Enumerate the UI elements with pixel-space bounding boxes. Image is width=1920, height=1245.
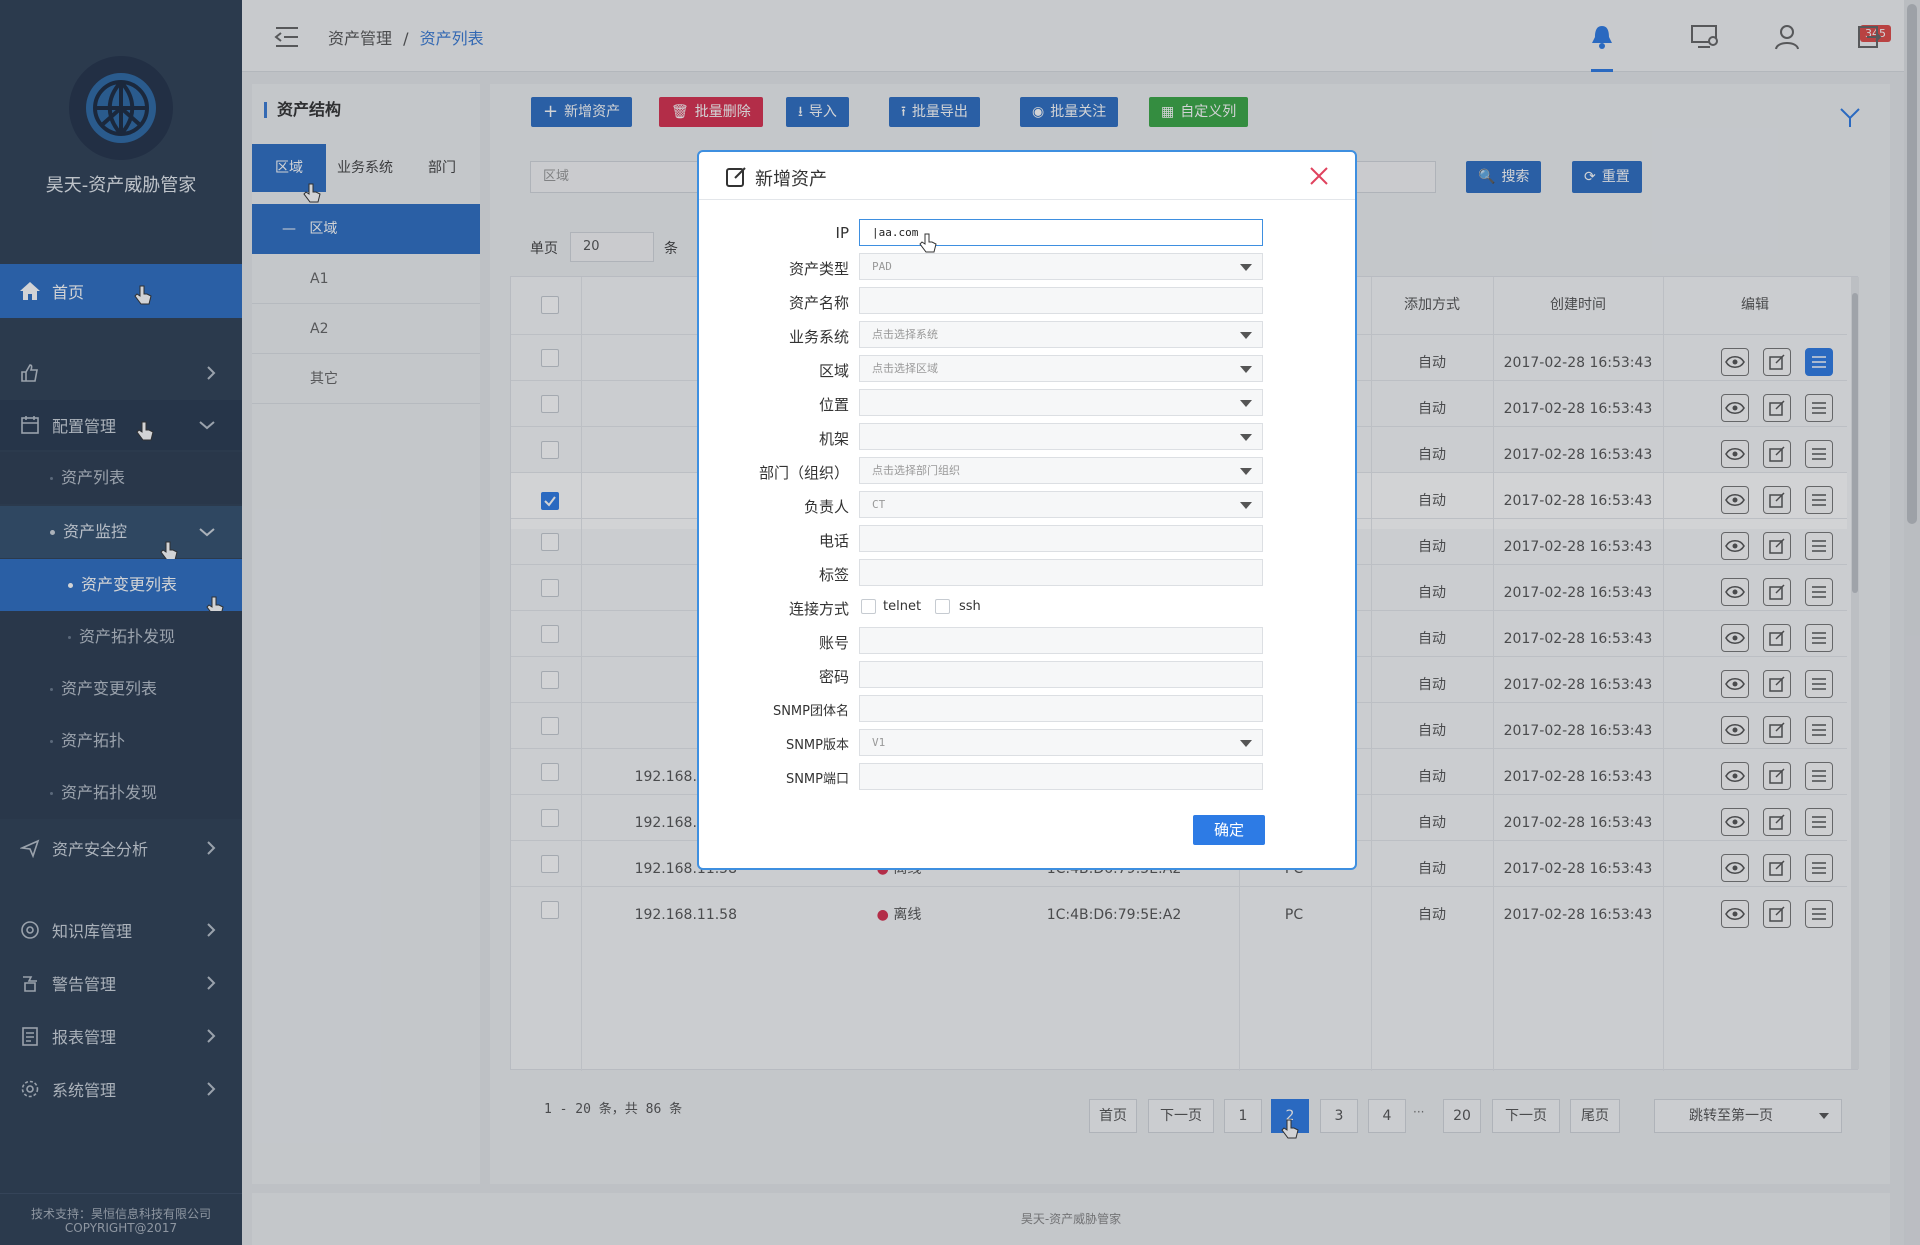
biz-placeholder: 点击选择系统 bbox=[872, 328, 938, 341]
rack-select[interactable] bbox=[859, 423, 1263, 450]
snmp-version-label: SNMP版本 bbox=[785, 738, 849, 753]
biz-select[interactable]: 点击选择系统 bbox=[859, 321, 1263, 348]
confirm-button[interactable]: 确定 bbox=[1193, 815, 1265, 845]
dept-label: 部门（组织） bbox=[758, 464, 849, 482]
account-input[interactable] bbox=[859, 627, 1263, 654]
location-label: 位置 bbox=[818, 396, 849, 414]
location-select[interactable] bbox=[859, 389, 1263, 416]
biz-label: 业务系统 bbox=[788, 328, 849, 346]
ssh-label: ssh bbox=[959, 599, 981, 614]
owner-select[interactable]: CT bbox=[859, 491, 1263, 518]
account-label: 账号 bbox=[818, 634, 849, 652]
dropdown-arrow-icon bbox=[1240, 740, 1252, 747]
name-label: 资产名称 bbox=[788, 294, 849, 312]
dropdown-arrow-icon bbox=[1240, 366, 1252, 373]
phone-input[interactable] bbox=[859, 525, 1263, 552]
cursor-hand-icon bbox=[919, 233, 937, 253]
rack-label: 机架 bbox=[818, 430, 849, 448]
password-label: 密码 bbox=[818, 668, 849, 686]
modal-header: 新增资产 bbox=[699, 152, 1355, 200]
tag-input[interactable] bbox=[859, 559, 1263, 586]
snmp-community-label: SNMP团体名 bbox=[772, 704, 849, 719]
dept-placeholder: 点击选择部门组织 bbox=[872, 464, 960, 477]
ssh-checkbox[interactable] bbox=[935, 599, 950, 614]
phone-label: 电话 bbox=[818, 532, 849, 550]
telnet-label: telnet bbox=[883, 599, 922, 614]
dropdown-arrow-icon bbox=[1240, 502, 1252, 509]
region-select[interactable]: 点击选择区域 bbox=[859, 355, 1263, 382]
modal-title: 新增资产 bbox=[755, 169, 827, 190]
dropdown-arrow-icon bbox=[1240, 434, 1252, 441]
owner-label: 负责人 bbox=[803, 498, 849, 516]
type-select[interactable]: PAD bbox=[859, 253, 1263, 280]
dropdown-arrow-icon bbox=[1240, 400, 1252, 407]
ip-value: aa.com bbox=[878, 226, 919, 239]
telnet-checkbox[interactable] bbox=[861, 599, 876, 614]
snmp-community-input[interactable] bbox=[859, 695, 1263, 722]
ip-label: IP bbox=[835, 224, 849, 242]
dropdown-arrow-icon bbox=[1240, 332, 1252, 339]
dropdown-arrow-icon bbox=[1240, 468, 1252, 475]
name-input[interactable] bbox=[859, 287, 1263, 314]
dept-select[interactable]: 点击选择部门组织 bbox=[859, 457, 1263, 484]
snmp-version-select[interactable]: V1 bbox=[859, 729, 1263, 756]
password-input[interactable] bbox=[859, 661, 1263, 688]
snmp-version-value: V1 bbox=[872, 736, 886, 749]
snmp-port-input[interactable] bbox=[859, 763, 1263, 790]
tag-label: 标签 bbox=[818, 566, 849, 584]
conn-label: 连接方式 bbox=[788, 600, 849, 618]
add-asset-modal: 新增资产 IP |aa.com 资产类型 PAD 资产名称 业务系统 点击选择系… bbox=[697, 150, 1357, 870]
dropdown-arrow-icon bbox=[1240, 264, 1252, 271]
close-icon[interactable] bbox=[1309, 166, 1329, 186]
type-label: 资产类型 bbox=[788, 260, 849, 278]
type-value: PAD bbox=[872, 260, 892, 273]
snmp-port-label: SNMP端口 bbox=[785, 772, 849, 787]
region-placeholder: 点击选择区域 bbox=[872, 362, 938, 375]
region-label: 区域 bbox=[818, 362, 849, 380]
owner-value: CT bbox=[872, 498, 886, 511]
edit-doc-icon bbox=[726, 167, 746, 187]
